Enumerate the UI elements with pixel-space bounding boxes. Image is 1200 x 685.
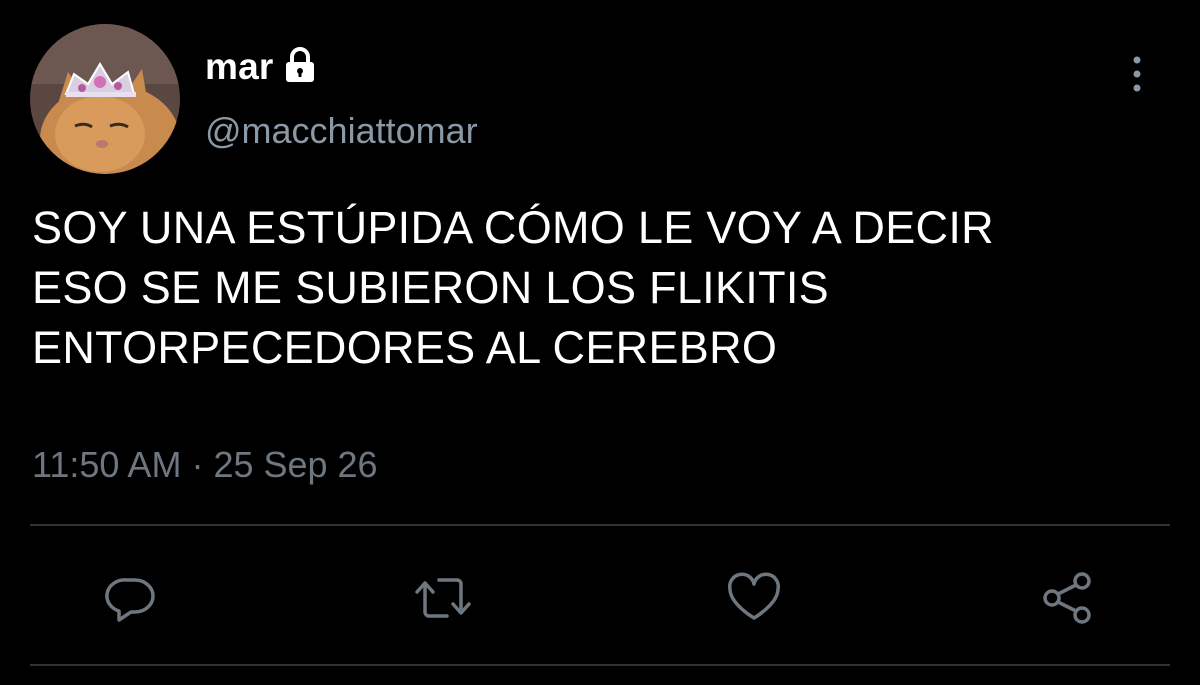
share-button[interactable]: [1038, 568, 1098, 628]
author-handle[interactable]: @macchiattomar: [205, 110, 478, 152]
like-button[interactable]: [724, 568, 784, 628]
tweet-text-line: ENTORPECEDORES AL CEREBRO: [32, 322, 778, 373]
avatar[interactable]: [30, 24, 180, 174]
more-vertical-icon[interactable]: [1122, 52, 1152, 96]
share-icon: [1043, 572, 1091, 624]
tweet-text-line: SOY UNA ESTÚPIDA CÓMO LE VOY A DECIR: [32, 202, 994, 253]
author-name-row: mar: [205, 42, 317, 92]
tweet-text-line: ESO SE ME SUBIERON LOS FLIKITIS: [32, 262, 829, 313]
tweet-date: 25 Sep 26: [213, 444, 378, 485]
lock-icon: [283, 46, 317, 84]
avatar-image: [30, 24, 180, 174]
divider: [30, 524, 1170, 526]
retweet-button[interactable]: [413, 568, 473, 628]
comment-icon: [105, 578, 155, 622]
display-name[interactable]: mar: [205, 46, 273, 88]
tweet-time: 11:50 AM: [32, 444, 182, 485]
divider: [30, 664, 1170, 666]
retweet-icon: [415, 578, 471, 618]
tweet-timestamp[interactable]: 11:50 AM · 25 Sep 26: [32, 444, 378, 486]
heart-icon: [728, 572, 780, 620]
reply-button[interactable]: [101, 568, 161, 628]
meta-separator: ·: [191, 444, 204, 485]
tweet-text: SOY UNA ESTÚPIDA CÓMO LE VOY A DECIR ESO…: [32, 198, 1182, 378]
